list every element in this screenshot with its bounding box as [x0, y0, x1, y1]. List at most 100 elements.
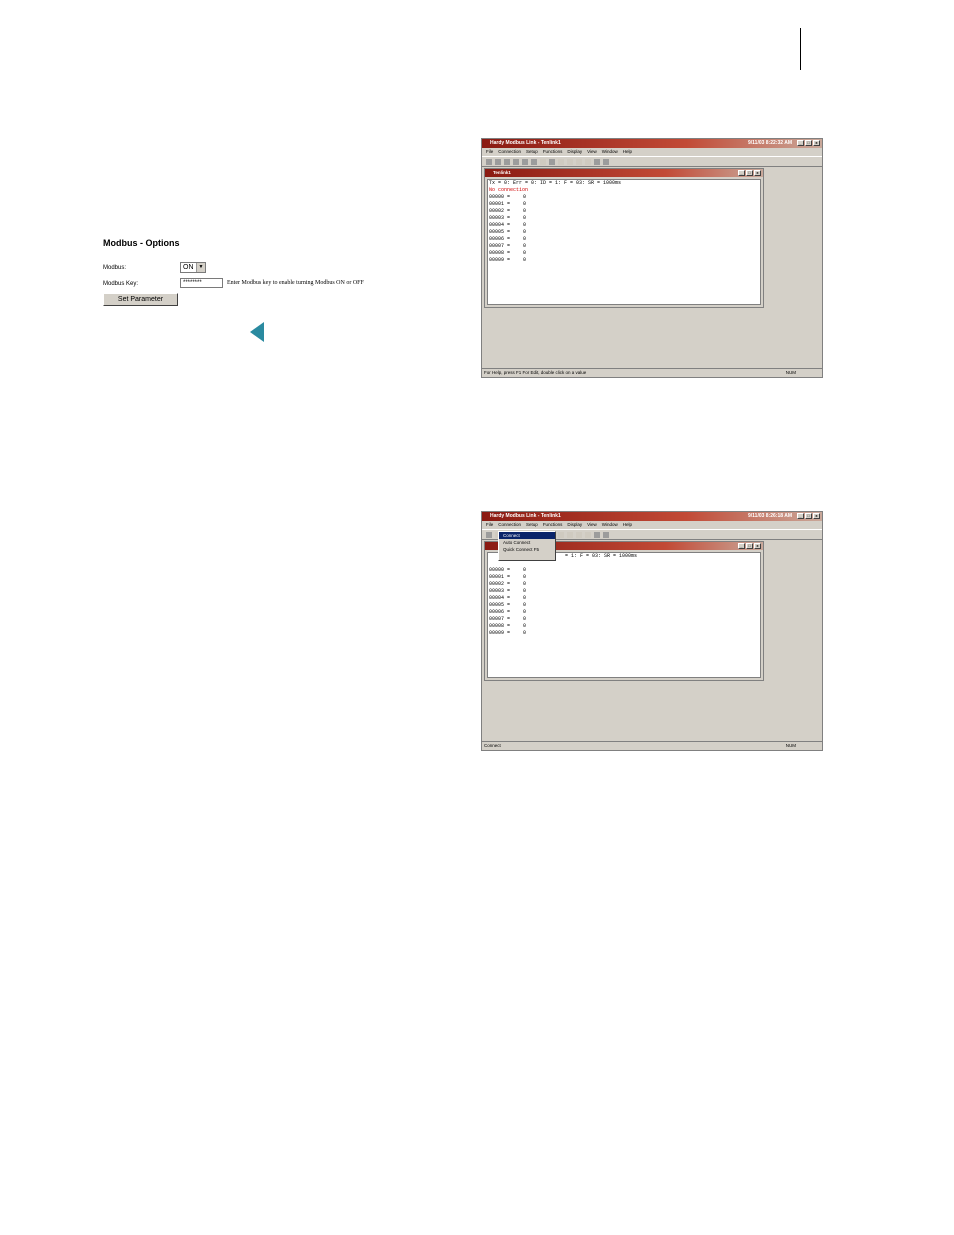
menu-display[interactable]: Display	[567, 521, 582, 529]
modbus-key-hint: Enter Modbus key to enable turning Modbu…	[227, 280, 364, 286]
menu-item-connect[interactable]: Connect	[499, 532, 555, 539]
menu-connection[interactable]: Connection	[498, 521, 521, 529]
menu-window[interactable]: Window	[602, 521, 618, 529]
register-row[interactable]: 00008 = 0	[489, 623, 760, 630]
modbus-key-input[interactable]: ********	[180, 278, 223, 288]
register-row[interactable]: 00003 = 0	[489, 588, 760, 595]
maximize-icon[interactable]: □	[746, 543, 753, 549]
register-value: 0	[523, 194, 527, 200]
disabled-tool-icon[interactable]	[576, 531, 582, 538]
menu-help[interactable]: Help	[623, 521, 632, 529]
register-value: 0	[523, 236, 527, 242]
toolbar	[482, 156, 822, 167]
close-icon[interactable]: x	[813, 140, 820, 146]
disabled-tool-icon[interactable]	[540, 158, 546, 165]
disabled-tool-icon[interactable]	[558, 531, 564, 538]
menu-functions[interactable]: Functions	[543, 521, 563, 529]
register-address: 00008 =	[489, 250, 511, 256]
register-row[interactable]: 00000 = 0	[489, 567, 760, 574]
register-address: 00008 =	[489, 623, 511, 629]
register-row[interactable]: 00006 = 0	[489, 236, 760, 243]
connect-icon[interactable]	[549, 158, 555, 165]
page-margin-rule	[800, 28, 801, 70]
menu-display[interactable]: Display	[567, 148, 582, 156]
minimize-icon[interactable]: _	[738, 543, 745, 549]
menu-view[interactable]: View	[587, 148, 597, 156]
register-row[interactable]: 00005 = 0	[489, 229, 760, 236]
new-icon[interactable]	[486, 158, 492, 165]
register-value: 0	[523, 623, 527, 629]
context-help-icon[interactable]	[603, 531, 609, 538]
maximize-icon[interactable]: □	[805, 140, 812, 146]
print-icon[interactable]	[513, 158, 519, 165]
register-row[interactable]: 00001 = 0	[489, 574, 760, 581]
disabled-tool-icon[interactable]	[567, 531, 573, 538]
menu-help[interactable]: Help	[623, 148, 632, 156]
menu-setup[interactable]: Setup	[526, 521, 538, 529]
register-row[interactable]: 00005 = 0	[489, 602, 760, 609]
menu-functions[interactable]: Functions	[543, 148, 563, 156]
menu-item-quick-connect[interactable]: Quick Connect F5	[499, 546, 555, 553]
help-icon[interactable]	[594, 531, 600, 538]
register-address: 00004 =	[489, 222, 511, 228]
new-icon[interactable]	[486, 531, 492, 538]
child-window-title: Tenlink1 _ □ x	[485, 169, 763, 177]
maximize-icon[interactable]: □	[746, 170, 753, 176]
register-row[interactable]: 00003 = 0	[489, 215, 760, 222]
disabled-tool-icon[interactable]	[567, 158, 573, 165]
save-icon[interactable]	[504, 158, 510, 165]
register-row[interactable]: 00007 = 0	[489, 243, 760, 250]
copy-icon[interactable]	[531, 158, 537, 165]
menu-window[interactable]: Window	[602, 148, 618, 156]
register-row[interactable]: 00009 = 0	[489, 630, 760, 637]
register-address: 00003 =	[489, 215, 511, 221]
register-row[interactable]: 00008 = 0	[489, 250, 760, 257]
context-help-icon[interactable]	[603, 158, 609, 165]
register-row[interactable]: 00000 = 0	[489, 194, 760, 201]
register-value: 0	[523, 616, 527, 622]
minimize-icon[interactable]: _	[738, 170, 745, 176]
cut-icon[interactable]	[522, 158, 528, 165]
maximize-icon[interactable]: □	[805, 513, 812, 519]
back-arrow-icon[interactable]	[250, 322, 264, 342]
register-address: 00003 =	[489, 588, 511, 594]
register-row[interactable]: 00009 = 0	[489, 257, 760, 264]
register-value: 0	[523, 602, 527, 608]
minimize-icon[interactable]: _	[797, 140, 804, 146]
disabled-tool-icon[interactable]	[585, 531, 591, 538]
close-icon[interactable]: x	[754, 170, 761, 176]
register-row[interactable]: 00004 = 0	[489, 595, 760, 602]
menu-file[interactable]: File	[486, 148, 493, 156]
close-icon[interactable]: x	[813, 513, 820, 519]
disabled-tool-icon[interactable]	[585, 158, 591, 165]
chevron-down-icon[interactable]: ▼	[196, 263, 205, 272]
menu-file[interactable]: File	[486, 521, 493, 529]
num-lock-indicator: NUM	[785, 743, 796, 748]
disabled-tool-icon[interactable]	[558, 158, 564, 165]
register-row[interactable]: 00002 = 0	[489, 581, 760, 588]
set-parameter-button[interactable]: Set Parameter	[103, 293, 178, 306]
menu-connection[interactable]: Connection	[498, 148, 521, 156]
register-value: 0	[523, 215, 527, 221]
help-icon[interactable]	[594, 158, 600, 165]
menu-item-auto-connect[interactable]: Auto Connect	[499, 539, 555, 546]
register-row[interactable]: 00002 = 0	[489, 208, 760, 215]
register-value: 0	[523, 201, 527, 207]
register-value: 0	[523, 229, 527, 235]
close-icon[interactable]: x	[754, 543, 761, 549]
register-row[interactable]: 00007 = 0	[489, 616, 760, 623]
menu-view[interactable]: View	[587, 521, 597, 529]
connection-status-hidden	[489, 560, 760, 567]
open-icon[interactable]	[495, 158, 501, 165]
status-text: For Help, press F1 For Edit, double clic…	[484, 370, 587, 375]
disabled-tool-icon[interactable]	[576, 158, 582, 165]
minimize-icon[interactable]: _	[797, 513, 804, 519]
register-row[interactable]: 00006 = 0	[489, 609, 760, 616]
menu-setup[interactable]: Setup	[526, 148, 538, 156]
register-row[interactable]: 00001 = 0	[489, 201, 760, 208]
register-address: 00007 =	[489, 243, 511, 249]
register-address: 00007 =	[489, 616, 511, 622]
register-row[interactable]: 00004 = 0	[489, 222, 760, 229]
modbus-select[interactable]: ON ▼	[180, 262, 206, 273]
modbus-key-label: Modbus Key:	[103, 281, 139, 287]
